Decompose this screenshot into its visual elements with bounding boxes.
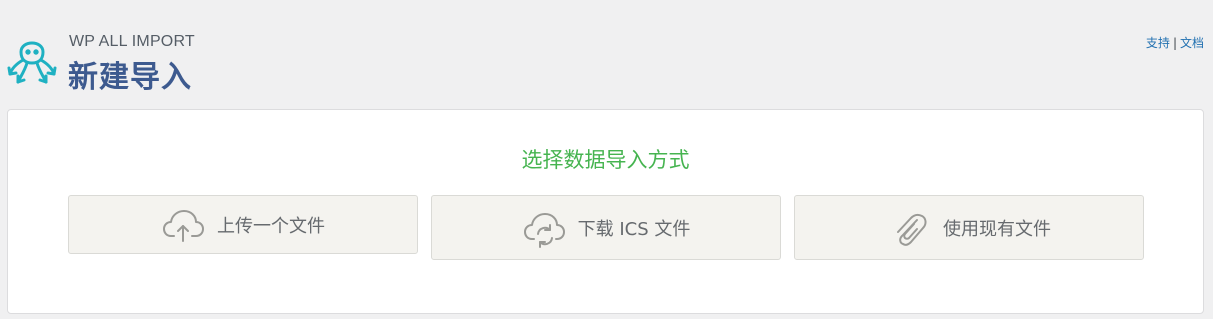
use-existing-file-button[interactable]: 使用现有文件: [794, 195, 1144, 260]
import-options: 上传一个文件 下载 ICS 文件 使用现有文件: [68, 195, 1144, 260]
docs-link[interactable]: 文档: [1180, 36, 1204, 50]
brand-name: WP ALL IMPORT: [69, 33, 195, 50]
upload-file-label: 上传一个文件: [217, 215, 325, 237]
use-existing-file-label: 使用现有文件: [943, 218, 1051, 240]
page-title: 新建导入: [68, 60, 192, 95]
paperclip-icon: [897, 213, 927, 246]
support-link[interactable]: 支持: [1146, 36, 1170, 50]
cloud-sync-icon: [523, 212, 565, 248]
panel-heading: 选择数据导入方式: [521, 148, 690, 172]
upload-file-button[interactable]: 上传一个文件: [68, 195, 418, 254]
link-separator: |: [1172, 36, 1177, 50]
import-method-panel: 选择数据导入方式 上传一个文件 下载 ICS 文件 使用现有文件: [7, 109, 1204, 314]
header-links: 支持 | 文档: [1146, 34, 1204, 51]
cloud-upload-icon: [163, 209, 204, 242]
download-ics-button[interactable]: 下载 ICS 文件: [431, 195, 781, 260]
page-header: WP ALL IMPORT 新建导入 支持 | 文档: [0, 0, 1213, 108]
octopus-logo-icon: [7, 41, 57, 84]
download-ics-label: 下载 ICS 文件: [577, 218, 691, 240]
